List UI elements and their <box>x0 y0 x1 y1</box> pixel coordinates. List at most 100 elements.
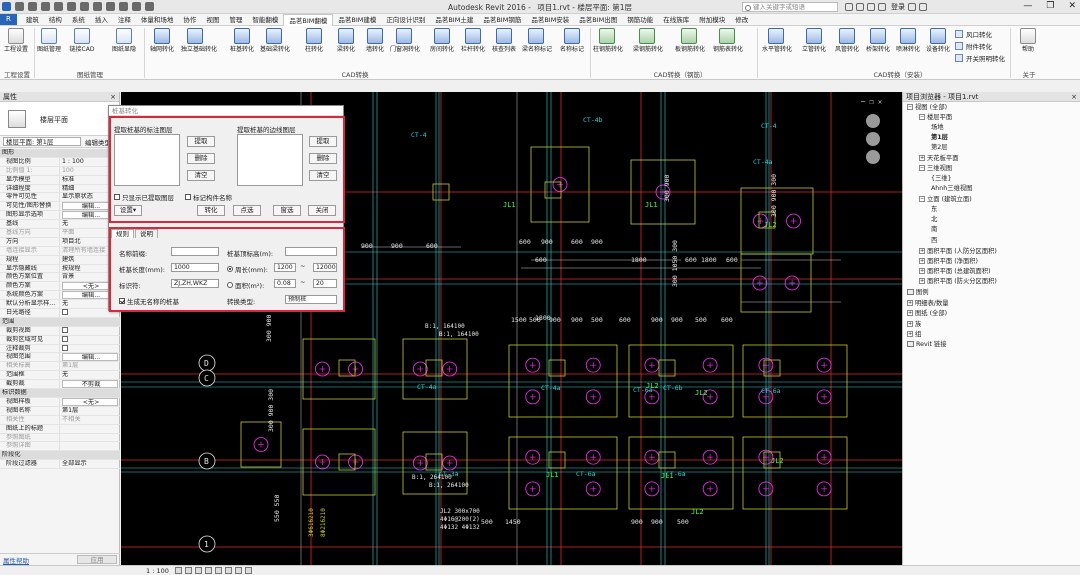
area-radio[interactable]: 面积(m²): <box>227 280 264 290</box>
crop-view-icon[interactable] <box>215 567 222 574</box>
browser-item[interactable]: − 立面 (建筑立面) <box>919 196 972 204</box>
name-prefix-input[interactable] <box>171 247 219 256</box>
convert-type-select[interactable]: 预制桩 <box>285 295 337 304</box>
ribbon-button-13[interactable]: 栏杆转化 <box>459 28 487 53</box>
tab-7[interactable]: 视图 <box>201 14 224 26</box>
tab-9[interactable]: 智能翻模 <box>247 14 283 26</box>
browser-item[interactable]: + 明细表/数量 <box>907 300 949 308</box>
ribbon-button-19[interactable]: 板钢筋转化 <box>675 28 705 53</box>
browser-item[interactable]: 第2层 <box>931 144 948 152</box>
user-icon[interactable] <box>878 3 886 11</box>
tab-12[interactable]: 正向设计识别 <box>381 14 430 26</box>
annotation-layer-list[interactable] <box>114 134 180 186</box>
browser-item[interactable]: + 图纸 (全部) <box>907 310 947 318</box>
reveal-hidden-icon[interactable] <box>245 567 252 574</box>
property-value[interactable] <box>60 425 120 433</box>
expand-icon[interactable]: + <box>919 155 925 161</box>
ribbon-button-2[interactable]: 链接CAD <box>68 28 96 53</box>
ribbon-button-24[interactable]: 桥架转化 <box>864 28 892 53</box>
text-icon[interactable] <box>93 2 102 11</box>
ribbon-button-27[interactable]: 帮助 <box>1014 28 1042 53</box>
property-edit-button[interactable]: 编辑... <box>62 353 118 362</box>
zoom-icon[interactable] <box>866 150 880 164</box>
tab-description[interactable]: 说明 <box>135 229 158 238</box>
type-selector[interactable]: 楼层平面 <box>0 102 119 136</box>
delete-annotation-button[interactable]: 删除 <box>187 153 215 164</box>
tab-6[interactable]: 协作 <box>178 14 201 26</box>
property-section[interactable]: 图形 <box>0 149 120 158</box>
apply-button[interactable]: 应用 <box>77 555 117 564</box>
browser-item[interactable]: + 面积平面 (人防分区面积) <box>919 248 997 256</box>
tab-16[interactable]: 品茗BIM出图 <box>574 14 622 26</box>
ribbon-button-11[interactable]: 门窗洞转化 <box>390 28 420 53</box>
ribbon-button-23[interactable]: 风管转化 <box>833 28 861 53</box>
area-min-input[interactable]: 0.08 <box>274 279 296 288</box>
ribbon-button-5[interactable]: 独立基础转化 <box>181 28 217 53</box>
browser-item[interactable]: 东 <box>931 206 937 214</box>
browser-item[interactable]: + 组 <box>907 331 921 339</box>
ribbon-button-14[interactable]: 核查列表 <box>490 28 518 53</box>
identifier-input[interactable]: ZJ,ZH,WKZ <box>171 279 219 288</box>
visual-style-icon[interactable] <box>185 567 192 574</box>
close-dialog-button[interactable]: 关闭 <box>308 205 336 216</box>
ribbon-button-7[interactable]: 基础梁转化 <box>260 28 290 53</box>
property-checkbox[interactable] <box>60 344 120 353</box>
ribbon-button-9[interactable]: 梁转化 <box>332 28 360 53</box>
tab-15[interactable]: 品茗BIM安装 <box>526 14 574 26</box>
tab-14[interactable]: 品茗BIM钢筋 <box>478 14 526 26</box>
ribbon-small-button-1[interactable]: 附件转化 <box>955 41 992 51</box>
window-select-button[interactable]: 窗选 <box>273 205 301 216</box>
print-icon[interactable] <box>67 2 76 11</box>
tab-2[interactable]: 系统 <box>67 14 90 26</box>
collapse-icon[interactable]: − <box>919 114 925 120</box>
view-cube-icon[interactable] <box>866 114 880 128</box>
ribbon-button-6[interactable]: 桩基转化 <box>228 28 256 53</box>
tab-18[interactable]: 在线族库 <box>658 14 694 26</box>
property-value[interactable]: 全部显示 <box>60 460 120 468</box>
sun-path-icon[interactable] <box>195 567 202 574</box>
point-select-button[interactable]: 点选 <box>233 205 261 216</box>
ribbon-button-4[interactable]: 轴网转化 <box>148 28 176 53</box>
detail-level-icon[interactable] <box>175 567 182 574</box>
ribbon-button-25[interactable]: 喷淋转化 <box>894 28 922 53</box>
property-value[interactable]: 第1层 <box>60 407 120 415</box>
extract-edge-button[interactable]: 提取 <box>309 136 337 147</box>
browser-item[interactable]: − 视图 (全部) <box>907 104 947 112</box>
mark-name-checkbox[interactable]: 标记构件名称 <box>185 192 232 202</box>
tab-17[interactable]: 钢筋功能 <box>622 14 658 26</box>
clear-edge-button[interactable]: 清空 <box>309 170 337 181</box>
3d-view-icon[interactable] <box>106 2 115 11</box>
browser-item[interactable]: Revit 链接 <box>907 341 947 349</box>
property-section[interactable]: 范围 <box>0 317 120 327</box>
expand-icon[interactable]: + <box>907 300 913 306</box>
ribbon-button-21[interactable]: 水平管转化 <box>762 28 792 53</box>
ribbon-button-12[interactable]: 房间转化 <box>428 28 456 53</box>
edge-layer-list[interactable] <box>237 134 303 186</box>
top-elevation-input[interactable] <box>285 247 337 256</box>
close-button[interactable]: ✕ <box>1068 1 1076 11</box>
tab-20[interactable]: 修改 <box>730 14 753 26</box>
tab-8[interactable]: 管理 <box>224 14 247 26</box>
settings-dropdown[interactable]: 设置▾ <box>114 205 142 216</box>
ribbon-button-8[interactable]: 柱转化 <box>300 28 328 53</box>
ribbon-button-17[interactable]: 柱钢筋转化 <box>593 28 623 53</box>
checkbox[interactable] <box>62 344 68 351</box>
property-checkbox[interactable] <box>60 335 120 344</box>
close-hidden-icon[interactable] <box>145 2 154 11</box>
browser-item[interactable]: 西 <box>931 237 937 245</box>
tab-13[interactable]: 品茗BIM土建 <box>430 14 478 26</box>
area-max-input[interactable]: 20 <box>313 279 337 288</box>
undo-icon[interactable] <box>41 2 50 11</box>
expand-icon[interactable]: + <box>907 310 913 316</box>
browser-item[interactable]: 图例 <box>907 289 929 297</box>
expand-icon[interactable]: + <box>919 268 925 274</box>
property-edit-button[interactable]: <无> <box>62 397 118 406</box>
steering-wheel-icon[interactable] <box>866 132 880 146</box>
tab-rules[interactable]: 规则 <box>111 229 134 238</box>
ribbon-button-0[interactable]: 工程设置 <box>2 28 30 53</box>
browser-item[interactable]: + 面积平面 (防火分区面积) <box>919 278 997 286</box>
expand-icon[interactable]: + <box>919 248 925 254</box>
browser-item[interactable]: Ahnh三维视图 <box>931 185 972 193</box>
perimeter-max-input[interactable]: 12000 <box>313 263 337 272</box>
browser-item[interactable]: − 三维视图 <box>919 165 952 173</box>
